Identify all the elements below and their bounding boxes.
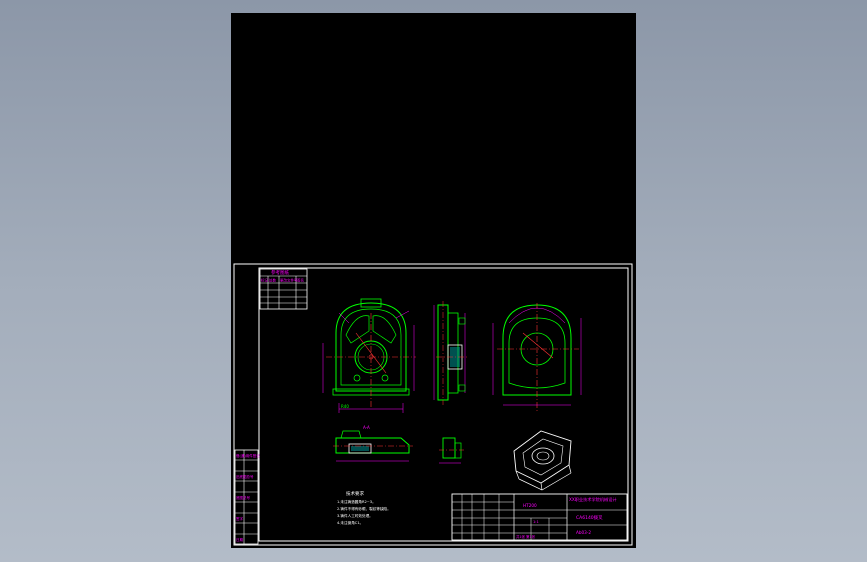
tech-requirement-line-2: 2.铸件不得有砂眼、裂纹等缺陷。: [337, 506, 391, 511]
title-block-drawing-no: Ab03-2: [576, 530, 591, 535]
title-block-part-name: CA6140拨叉: [576, 514, 603, 521]
title-block-sheet: 共1张 第1张: [516, 534, 536, 539]
section-label: A-A: [363, 425, 370, 430]
title-block-school: XX职业技术学院机械设计: [569, 496, 617, 503]
title-block: XX职业技术学院机械设计 HT200 CA6140拨叉 1:1 共1张 第1张 …: [451, 493, 628, 541]
left-strip-row-5: 底图总号: [236, 495, 250, 500]
revision-table: 参考图纸 标记 处数 更改文件号 签名: [259, 268, 308, 310]
tech-requirements-title: 技术要求: [346, 490, 364, 497]
left-strip-row-7: 签字: [236, 516, 243, 521]
detail-view: [439, 437, 465, 464]
revision-header-count: 处数: [269, 278, 277, 283]
side-section-view: [433, 301, 469, 405]
front-view: R40: [322, 298, 416, 413]
front-view-dimension: R40: [341, 404, 349, 409]
tech-requirement-line-4: 4.未注倒角C1。: [337, 520, 363, 525]
right-view: [492, 303, 582, 411]
left-strip-row-1: 借(通)用件登记: [236, 453, 260, 458]
isometric-view: [513, 430, 572, 491]
left-strip-row-3: 旧底图总号: [236, 474, 254, 479]
left-strip-table: 借(通)用件登记 旧底图总号 底图总号 签字 日期: [234, 449, 260, 545]
left-strip-row-9: 日期: [236, 537, 243, 542]
tech-requirement-line-1: 1.未注铸造圆角R2~3。: [337, 499, 376, 504]
revision-header-sign: 签名: [297, 278, 304, 283]
section-view-aa: A-A: [333, 425, 413, 462]
revision-table-title: 参考图纸: [271, 269, 289, 276]
cad-drawing: 参考图纸 标记 处数 更改文件号 签名 借(通)用件登记 旧底图总号 底图总号 …: [233, 263, 633, 546]
revision-header-file: 更改文件号: [280, 278, 298, 283]
tech-requirement-line-3: 3.铸件人工时效处理。: [337, 513, 373, 518]
drawing-sheet[interactable]: 参考图纸 标记 处数 更改文件号 签名 借(通)用件登记 旧底图总号 底图总号 …: [231, 13, 636, 548]
title-block-scale: 1:1: [533, 520, 539, 524]
outer-frame: [233, 263, 633, 546]
tech-requirements: 技术要求 1.未注铸造圆角R2~3。 2.铸件不得有砂眼、裂纹等缺陷。 3.铸件…: [337, 490, 391, 525]
title-block-material: HT200: [523, 503, 537, 508]
revision-header-mark: 标记: [261, 278, 269, 283]
